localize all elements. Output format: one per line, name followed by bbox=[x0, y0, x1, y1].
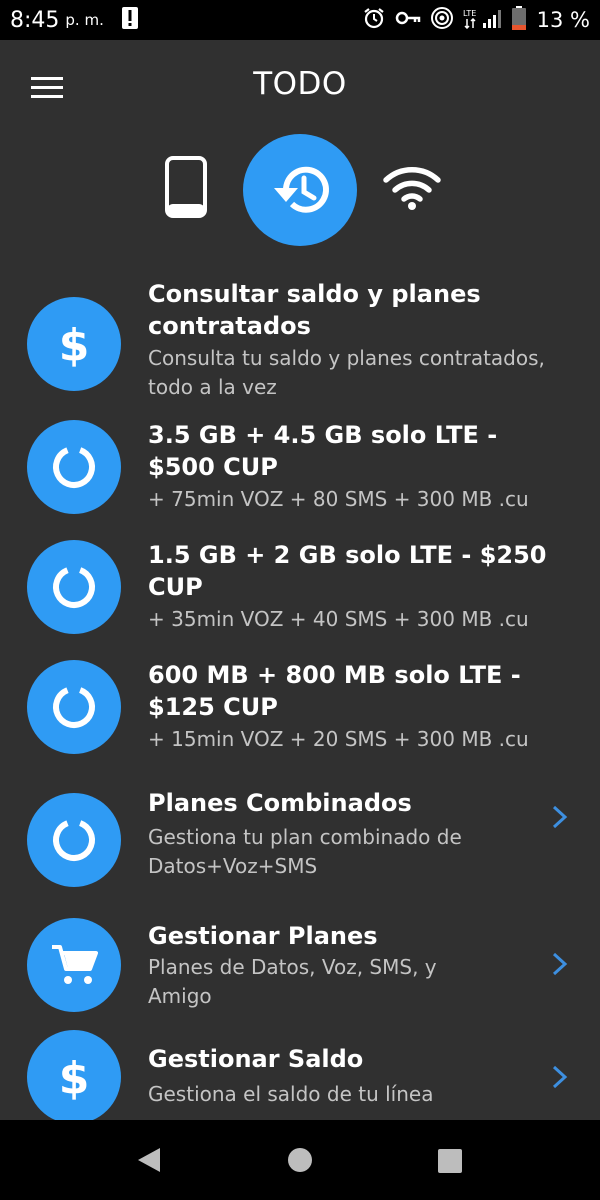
chevron-right-icon bbox=[552, 1065, 568, 1089]
item-title: Gestionar Planes bbox=[148, 922, 378, 950]
donut-progress-icon bbox=[27, 540, 121, 634]
cart-icon bbox=[27, 918, 121, 1012]
item-title: 1.5 GB + 2 GB solo LTE - $250 CUP bbox=[148, 541, 547, 601]
item-title: 600 MB + 800 MB solo LTE - $125 CUP bbox=[148, 661, 521, 721]
list-item-planes-combinados[interactable]: Planes Combinados Gestiona tu plan combi… bbox=[0, 780, 600, 900]
item-subtitle: Gestiona tu plan combinado de Datos+Voz+… bbox=[148, 825, 462, 878]
mode-tabs bbox=[0, 134, 600, 246]
item-title: Gestionar Saldo bbox=[148, 1045, 364, 1073]
alarm-icon bbox=[362, 6, 386, 34]
hotspot-icon bbox=[430, 6, 454, 34]
svg-text:$: $ bbox=[59, 1053, 90, 1103]
battery-low-icon bbox=[511, 6, 526, 34]
wifi-icon bbox=[383, 166, 441, 210]
recents-icon[interactable] bbox=[437, 1148, 463, 1178]
status-time: 8:45 bbox=[10, 7, 60, 33]
app-bar: TODO bbox=[0, 40, 600, 134]
history-icon bbox=[274, 166, 329, 213]
list-item-consultar-saldo[interactable]: $ Consultar saldo y planes contratados C… bbox=[0, 270, 600, 404]
donut-progress-icon bbox=[27, 420, 121, 514]
item-subtitle: + 15min VOZ + 20 SMS + 300 MB .cu bbox=[148, 727, 529, 751]
item-subtitle: Consulta tu saldo y planes contratados, … bbox=[148, 346, 545, 399]
item-title: 3.5 GB + 4.5 GB solo LTE - $500 CUP bbox=[148, 421, 498, 481]
status-ampm: p. m. bbox=[65, 11, 104, 29]
list-item-plan-500[interactable]: 3.5 GB + 4.5 GB solo LTE - $500 CUP + 75… bbox=[0, 410, 600, 530]
tab-phone[interactable] bbox=[163, 156, 209, 218]
item-subtitle: Gestiona el saldo de tu línea bbox=[148, 1082, 434, 1106]
list-item-gestionar-saldo[interactable]: $ Gestionar Saldo Gestiona el saldo de t… bbox=[0, 1030, 600, 1124]
list-item-gestionar-planes[interactable]: Gestionar Planes Planes de Datos, Voz, S… bbox=[0, 915, 600, 1035]
svg-text:$: $ bbox=[59, 320, 90, 370]
status-bar: 8:45 p. m. LTE 13 % bbox=[0, 0, 600, 40]
chevron-right-icon bbox=[552, 805, 568, 829]
dollar-icon: $ bbox=[27, 297, 121, 391]
item-subtitle: Planes de Datos, Voz, SMS, y Amigo bbox=[148, 955, 437, 1008]
alert-icon bbox=[121, 7, 138, 33]
tab-history[interactable] bbox=[243, 134, 357, 246]
phone-icon bbox=[165, 156, 207, 218]
lte-signal-icon: LTE bbox=[463, 7, 503, 33]
back-icon[interactable] bbox=[136, 1146, 162, 1178]
page-title: TODO bbox=[253, 66, 347, 102]
donut-progress-icon bbox=[27, 660, 121, 754]
home-icon[interactable] bbox=[287, 1147, 313, 1177]
tab-wifi[interactable] bbox=[382, 164, 442, 210]
dollar-icon: $ bbox=[27, 1030, 121, 1124]
list-item-plan-250[interactable]: 1.5 GB + 2 GB solo LTE - $250 CUP + 35mi… bbox=[0, 530, 600, 650]
vpn-key-icon bbox=[395, 10, 421, 30]
battery-percent: 13 % bbox=[536, 8, 590, 32]
item-title: Planes Combinados bbox=[148, 789, 412, 817]
system-nav-bar bbox=[0, 1120, 600, 1200]
item-subtitle: + 75min VOZ + 80 SMS + 300 MB .cu bbox=[148, 487, 529, 511]
chevron-right-icon bbox=[552, 952, 568, 976]
donut-progress-icon bbox=[27, 793, 121, 887]
list-item-plan-125[interactable]: 600 MB + 800 MB solo LTE - $125 CUP + 15… bbox=[0, 650, 600, 770]
item-subtitle: + 35min VOZ + 40 SMS + 300 MB .cu bbox=[148, 607, 529, 631]
item-title: Consultar saldo y planes contratados bbox=[148, 280, 481, 340]
svg-text:LTE: LTE bbox=[463, 9, 476, 18]
